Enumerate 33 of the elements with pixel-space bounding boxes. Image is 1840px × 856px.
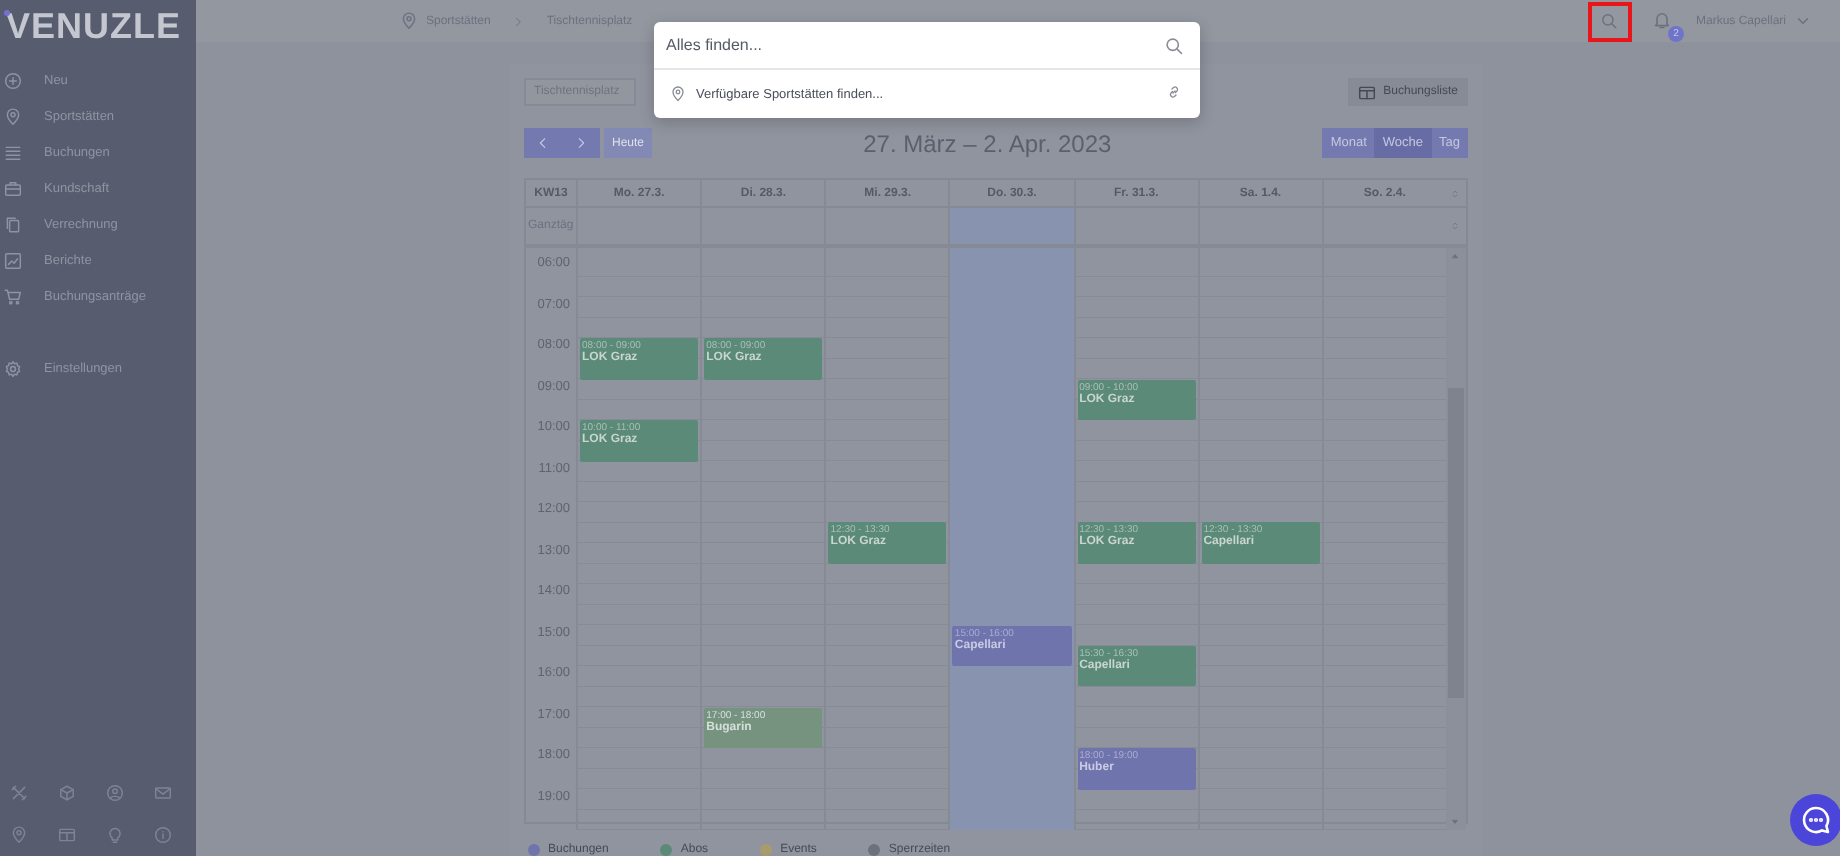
search-button[interactable] <box>1587 1 1632 41</box>
location-pin-icon <box>4 107 22 125</box>
search-icon <box>1164 35 1184 55</box>
crossed-tools-icon <box>10 784 28 802</box>
chevron-icon <box>512 15 525 27</box>
user-circle-icon <box>106 784 124 802</box>
chart-icon <box>4 251 22 269</box>
briefcase-icon <box>4 179 22 197</box>
plus-circle-icon <box>4 71 22 89</box>
info-icon <box>154 826 172 844</box>
mail-icon <box>154 784 172 802</box>
venuzle-logo[interactable]: VENUZLE <box>0 0 196 56</box>
search-icon <box>1600 12 1619 30</box>
table-icon <box>58 826 76 844</box>
chevron-left-icon <box>536 136 550 150</box>
location-pin-icon <box>670 86 686 102</box>
list-icon <box>4 143 22 161</box>
settings-icon <box>4 359 22 377</box>
next-button[interactable] <box>562 128 600 158</box>
search-field[interactable]: Alles finden... <box>666 36 1164 54</box>
notification-bell-icon <box>1651 9 1672 29</box>
cart-icon <box>4 287 22 305</box>
chevron-right-icon <box>574 136 588 150</box>
previous-button[interactable] <box>524 128 562 158</box>
documents-icon <box>4 215 22 233</box>
cube-icon <box>58 784 76 802</box>
chat-bubble-icon <box>1800 804 1832 836</box>
location-pin-icon <box>400 12 418 30</box>
caret-icon <box>1794 12 1812 30</box>
link-icon <box>1166 84 1182 100</box>
light-bulb-icon <box>106 826 124 844</box>
location-pin-icon <box>10 826 28 844</box>
table-icon <box>1357 83 1376 101</box>
